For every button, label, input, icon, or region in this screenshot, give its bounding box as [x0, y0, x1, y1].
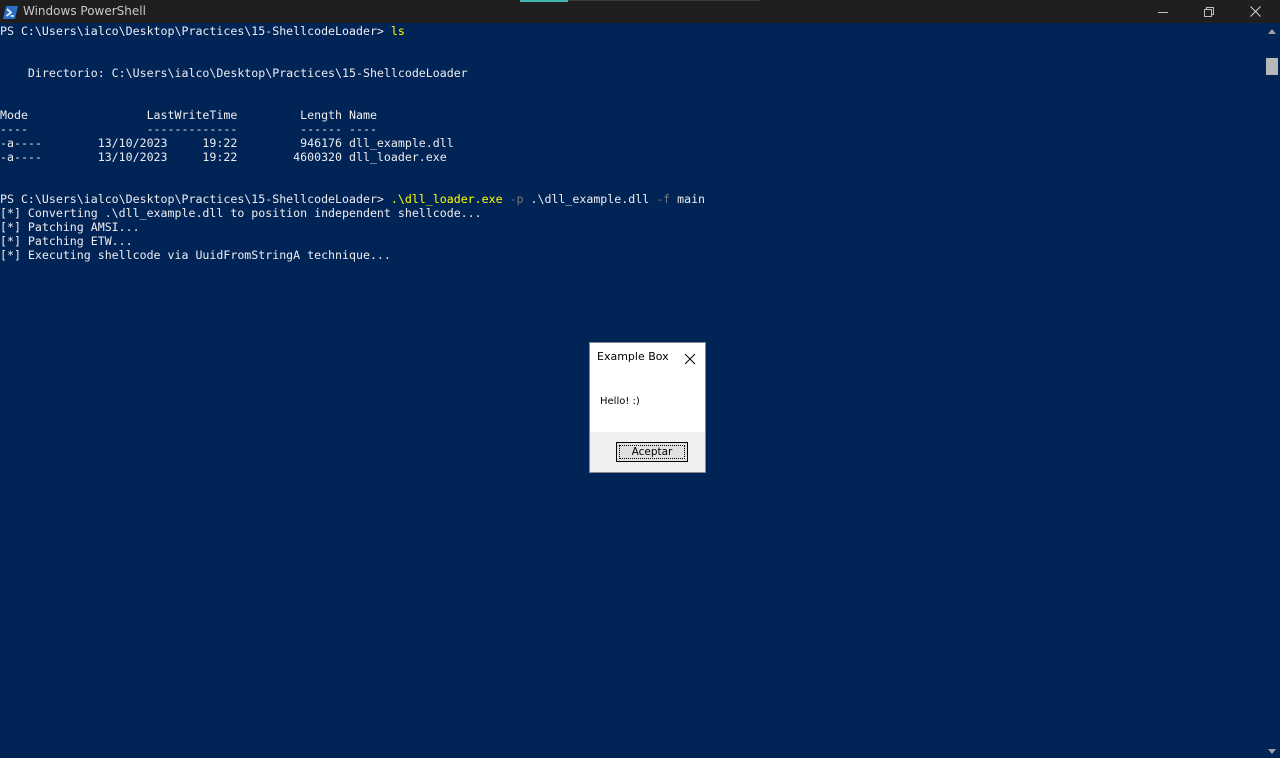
dialog-message: Hello! :) [600, 396, 640, 407]
window-title: Windows PowerShell [23, 4, 146, 18]
accept-button-label: Aceptar [631, 446, 673, 458]
restore-button[interactable] [1186, 0, 1232, 23]
output-line: [*] Converting .\dll_example.dll to posi… [0, 206, 482, 220]
scroll-down-arrow-icon[interactable] [1268, 749, 1276, 754]
command-arg: .\dll_example.dll [523, 192, 650, 206]
prompt-text: PS C:\Users\ialco\Desktop\Practices\15-S… [0, 192, 391, 206]
prompt-text: PS C:\Users\ialco\Desktop\Practices\15-S… [0, 24, 391, 38]
prompt-line-ls: PS C:\Users\ialco\Desktop\Practices\15-S… [0, 24, 405, 38]
powershell-window: Windows PowerShell PS C:\Users\ialco\Des… [0, 0, 1280, 758]
accept-button[interactable]: Aceptar [616, 442, 688, 462]
title-bar-accent-line [568, 0, 760, 1]
close-button[interactable] [1232, 0, 1278, 23]
command-flag: -p [502, 192, 524, 206]
command-arg: main [670, 192, 706, 206]
message-box-dialog: Example Box Hello! :) Aceptar [589, 342, 706, 473]
dialog-title: Example Box [597, 350, 669, 363]
close-icon [1249, 2, 1261, 21]
directory-line: Directorio: C:\Users\ialco\Desktop\Pract… [0, 66, 468, 80]
title-bar-accent [520, 0, 568, 2]
scroll-thumb[interactable] [1266, 58, 1278, 75]
restore-icon [1204, 2, 1214, 21]
command-text: ls [390, 24, 405, 38]
table-row: -a---- 13/10/2023 19:22 946176 dll_examp… [0, 136, 454, 150]
prompt-line-loader: PS C:\Users\ialco\Desktop\Practices\15-S… [0, 192, 705, 206]
command-flag: -f [649, 192, 671, 206]
command-exe: .\dll_loader.exe [390, 192, 503, 206]
powershell-icon[interactable] [3, 4, 18, 19]
minimize-button[interactable] [1140, 0, 1186, 23]
output-line: [*] Executing shellcode via UuidFromStri… [0, 248, 391, 262]
table-separator: ---- ------------- ------ ---- [0, 122, 377, 136]
table-header: Mode LastWriteTime Length Name [0, 108, 377, 122]
close-icon[interactable] [684, 350, 696, 365]
scroll-up-arrow-icon[interactable] [1268, 29, 1276, 34]
output-line: [*] Patching AMSI... [0, 220, 140, 234]
minimize-icon [1158, 2, 1168, 21]
dialog-footer: Aceptar [590, 432, 705, 472]
table-row: -a---- 13/10/2023 19:22 4600320 dll_load… [0, 150, 447, 164]
title-bar[interactable]: Windows PowerShell [0, 0, 1280, 23]
vertical-scrollbar[interactable] [1264, 23, 1280, 758]
output-line: [*] Patching ETW... [0, 234, 133, 248]
